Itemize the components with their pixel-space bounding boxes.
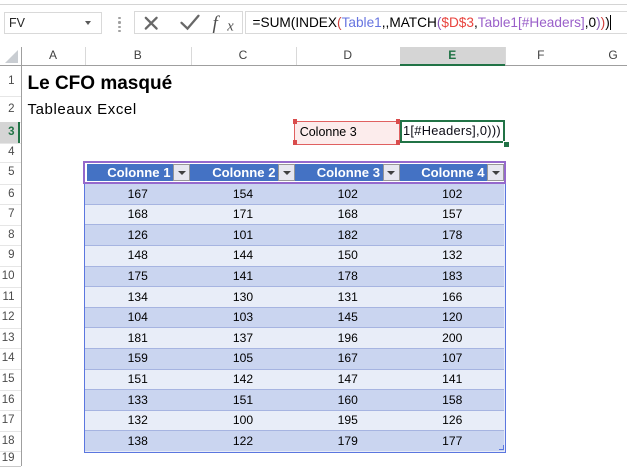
svg-text:x: x	[226, 19, 234, 33]
svg-text:f: f	[212, 13, 220, 33]
